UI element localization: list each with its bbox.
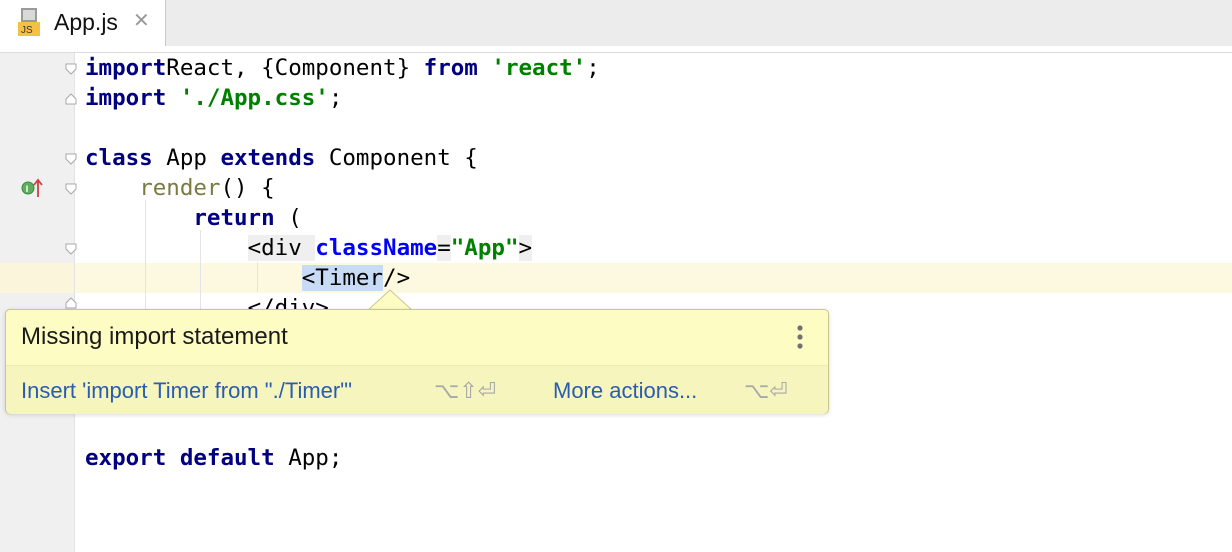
insert-import-action[interactable]: Insert 'import Timer from "./Timer"' bbox=[21, 378, 352, 404]
fold-marker-icon[interactable] bbox=[65, 63, 77, 75]
code-token: export bbox=[85, 445, 167, 471]
code-token: return bbox=[193, 205, 275, 231]
code-token: > bbox=[518, 235, 533, 261]
code-token: "App" bbox=[450, 235, 519, 261]
tab-app-js[interactable]: JS App.js ✕ bbox=[0, 0, 166, 46]
code-token: /> bbox=[383, 265, 411, 291]
more-actions-link[interactable]: More actions... bbox=[553, 378, 697, 404]
code-line[interactable]: export default App; bbox=[85, 443, 342, 473]
implements-method-icon[interactable]: I bbox=[20, 177, 44, 199]
code-token: App; bbox=[274, 445, 343, 471]
code-token: () { bbox=[220, 175, 275, 201]
popup-title: Missing import statement bbox=[21, 323, 288, 350]
code-token: Component { bbox=[315, 145, 478, 171]
code-line[interactable]: import './App.css'; bbox=[85, 83, 342, 113]
fold-marker-icon[interactable] bbox=[65, 183, 77, 195]
popup-header: Missing import statement bbox=[6, 310, 828, 365]
code-token: React, {Component} bbox=[166, 55, 424, 81]
caret-row-gutter-highlight bbox=[0, 263, 74, 293]
code-line[interactable]: <Timer/> bbox=[85, 263, 410, 293]
popup-actions: Insert 'import Timer from "./Timer"' ⌥⇧⏎… bbox=[6, 365, 828, 414]
code-token: ; bbox=[328, 85, 343, 111]
fold-marker-icon[interactable] bbox=[65, 243, 77, 255]
code-line[interactable]: importReact, {Component} from 'react'; bbox=[85, 53, 600, 83]
tab-label: App.js bbox=[54, 9, 118, 35]
code-token: <div bbox=[247, 235, 316, 261]
code-line[interactable]: <div className="App"> bbox=[85, 233, 533, 263]
code-line[interactable]: render() { bbox=[85, 173, 275, 203]
code-token: ( bbox=[274, 205, 302, 231]
fold-marker-icon[interactable] bbox=[65, 297, 77, 309]
code-token: class bbox=[85, 145, 153, 171]
svg-text:JS: JS bbox=[21, 25, 33, 36]
code-token: className bbox=[315, 235, 438, 261]
code-token: = bbox=[437, 235, 451, 261]
code-token: './App.css' bbox=[179, 85, 329, 111]
tab-separator bbox=[0, 46, 1232, 53]
code-token: render bbox=[139, 175, 221, 201]
popup-pointer bbox=[368, 289, 412, 311]
javascript-file-icon: JS bbox=[18, 8, 40, 36]
insert-import-shortcut: ⌥⇧⏎ bbox=[434, 378, 497, 403]
editor-gutter: I bbox=[0, 53, 75, 552]
fold-marker-icon[interactable] bbox=[65, 153, 77, 165]
intention-popup: Missing import statement Insert 'import … bbox=[5, 309, 829, 414]
more-actions-shortcut: ⌥⏎ bbox=[744, 378, 788, 403]
more-options-icon[interactable] bbox=[796, 324, 804, 352]
code-token: extends bbox=[220, 145, 316, 171]
code-token: import bbox=[85, 55, 167, 81]
code-token: default bbox=[179, 445, 275, 471]
close-icon[interactable]: ✕ bbox=[133, 11, 150, 31]
code-token: 'react' bbox=[491, 55, 587, 81]
svg-text:I: I bbox=[26, 184, 29, 194]
code-token: import bbox=[85, 85, 167, 111]
code-token: <Timer bbox=[301, 265, 384, 291]
code-line[interactable]: return ( bbox=[85, 203, 302, 233]
code-token: App bbox=[152, 145, 221, 171]
editor-tab-bar: JS App.js ✕ bbox=[0, 0, 1232, 47]
code-token: ; bbox=[586, 55, 600, 81]
code-line[interactable]: class App extends Component { bbox=[85, 143, 478, 173]
code-token: from bbox=[423, 55, 478, 81]
fold-marker-icon[interactable] bbox=[65, 93, 77, 105]
